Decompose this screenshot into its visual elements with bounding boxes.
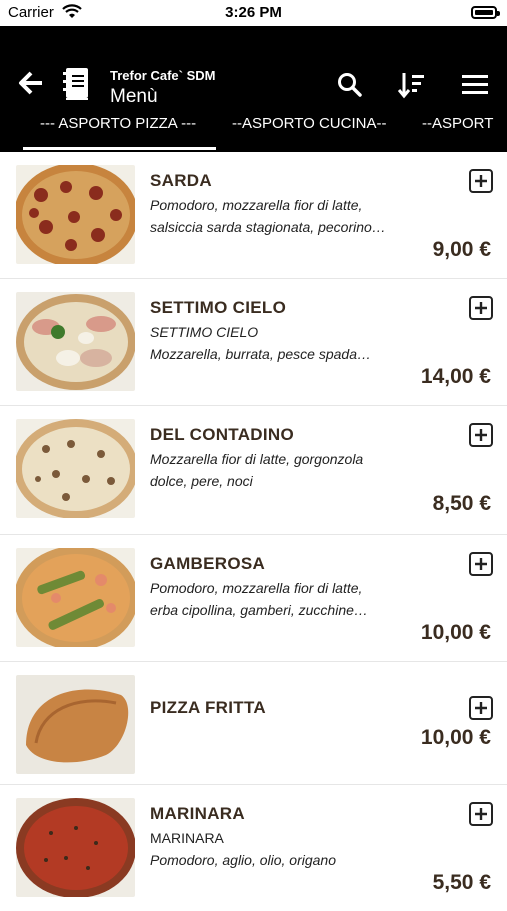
item-description: SETTIMO CIELO Mozzarella, burrata, pesce… [150,321,405,365]
status-time: 3:26 PM [225,4,282,21]
item-price: 5,50 € [432,871,491,894]
item-description-line2: erba cipollina, gamberi, zucchine… [150,602,368,618]
item-description-line2: Pomodoro, aglio, olio, origano [150,852,337,868]
add-plus-icon[interactable] [469,423,493,447]
hamburger-menu-icon[interactable] [461,71,489,99]
add-plus-icon[interactable] [469,169,493,193]
menu-list: SARDA Pomodoro, mozzarella fior di latte… [0,152,507,911]
back-arrow-icon[interactable] [18,70,44,96]
add-plus-icon[interactable] [469,802,493,826]
pizza-fritta-image [16,675,135,774]
sort-icon[interactable] [397,71,426,99]
category-tabs: --- ASPORTO PIZZA --- --ASPORTO CUCINA--… [0,112,507,152]
menu-book-icon [62,66,90,102]
pizza-marinara-image [16,798,135,897]
pizza-gamberosa-image [16,548,135,647]
item-price: 10,00 € [420,621,491,644]
item-price: 9,00 € [432,238,491,261]
menu-item-settimo-cielo[interactable]: SETTIMO CIELO SETTIMO CIELO Mozzarella, … [0,279,507,406]
item-price: 10,00 € [420,726,491,749]
item-description: Pomodoro, mozzarella fior di latte, erba… [150,577,405,621]
menu-item-pizza-fritta[interactable]: PIZZA FRITTA 10,00 € [0,662,507,785]
menu-item-marinara[interactable]: MARINARA MARINARA Pomodoro, aglio, olio,… [0,785,507,911]
item-name: SARDA [150,171,212,190]
menu-item-gamberosa[interactable]: GAMBEROSA Pomodoro, mozzarella fior di l… [0,535,507,662]
pizza-settimo-cielo-image [16,292,135,391]
item-description-line2: dolce, pere, noci [150,473,253,489]
item-description-line1: Pomodoro, mozzarella fior di latte, [150,580,363,596]
menu-item-del-contadino[interactable]: DEL CONTADINO Mozzarella fior di latte, … [0,406,507,535]
item-description-line1: Mozzarella fior di latte, gorgonzola [150,451,364,467]
active-tab-indicator [23,147,216,150]
item-description-line1: Pomodoro, mozzarella fior di latte, [150,197,363,213]
page-title: Menù [110,86,158,107]
search-icon[interactable] [336,71,364,99]
item-price: 14,00 € [420,365,491,388]
item-description-line2: salsiccia sarda stagionata, pecorino… [150,219,386,235]
add-plus-icon[interactable] [469,696,493,720]
item-description-line2: Mozzarella, burrata, pesce spada… [150,346,371,362]
item-name: SETTIMO CIELO [150,298,287,317]
item-description: Mozzarella fior di latte, gorgonzola dol… [150,448,405,492]
status-bar: Carrier 3:26 PM [0,0,507,26]
item-name: GAMBEROSA [150,554,266,573]
item-name: DEL CONTADINO [150,425,294,444]
restaurant-name: Trefor Cafe` SDM [110,68,216,83]
app-header: Trefor Cafe` SDM Menù --- ASPORTO PIZZA … [0,26,507,152]
tab-asporto-pizza[interactable]: --- ASPORTO PIZZA --- [40,115,196,132]
pizza-del-contadino-image [16,419,135,518]
add-plus-icon[interactable] [469,296,493,320]
menu-item-sarda[interactable]: SARDA Pomodoro, mozzarella fior di latte… [0,152,507,279]
item-name: MARINARA [150,804,245,823]
item-price: 8,50 € [432,492,491,515]
item-description-line1: MARINARA [150,830,224,846]
item-description: Pomodoro, mozzarella fior di latte, sals… [150,194,405,238]
item-name: PIZZA FRITTA [150,698,266,717]
tab-asporto-other[interactable]: --ASPORT [422,115,493,132]
tab-asporto-cucina[interactable]: --ASPORTO CUCINA-- [232,115,386,132]
item-description: MARINARA Pomodoro, aglio, olio, origano [150,827,405,871]
pizza-sarda-image [16,165,135,264]
add-plus-icon[interactable] [469,552,493,576]
item-description-line1: SETTIMO CIELO [150,324,259,340]
battery-icon [471,6,500,19]
